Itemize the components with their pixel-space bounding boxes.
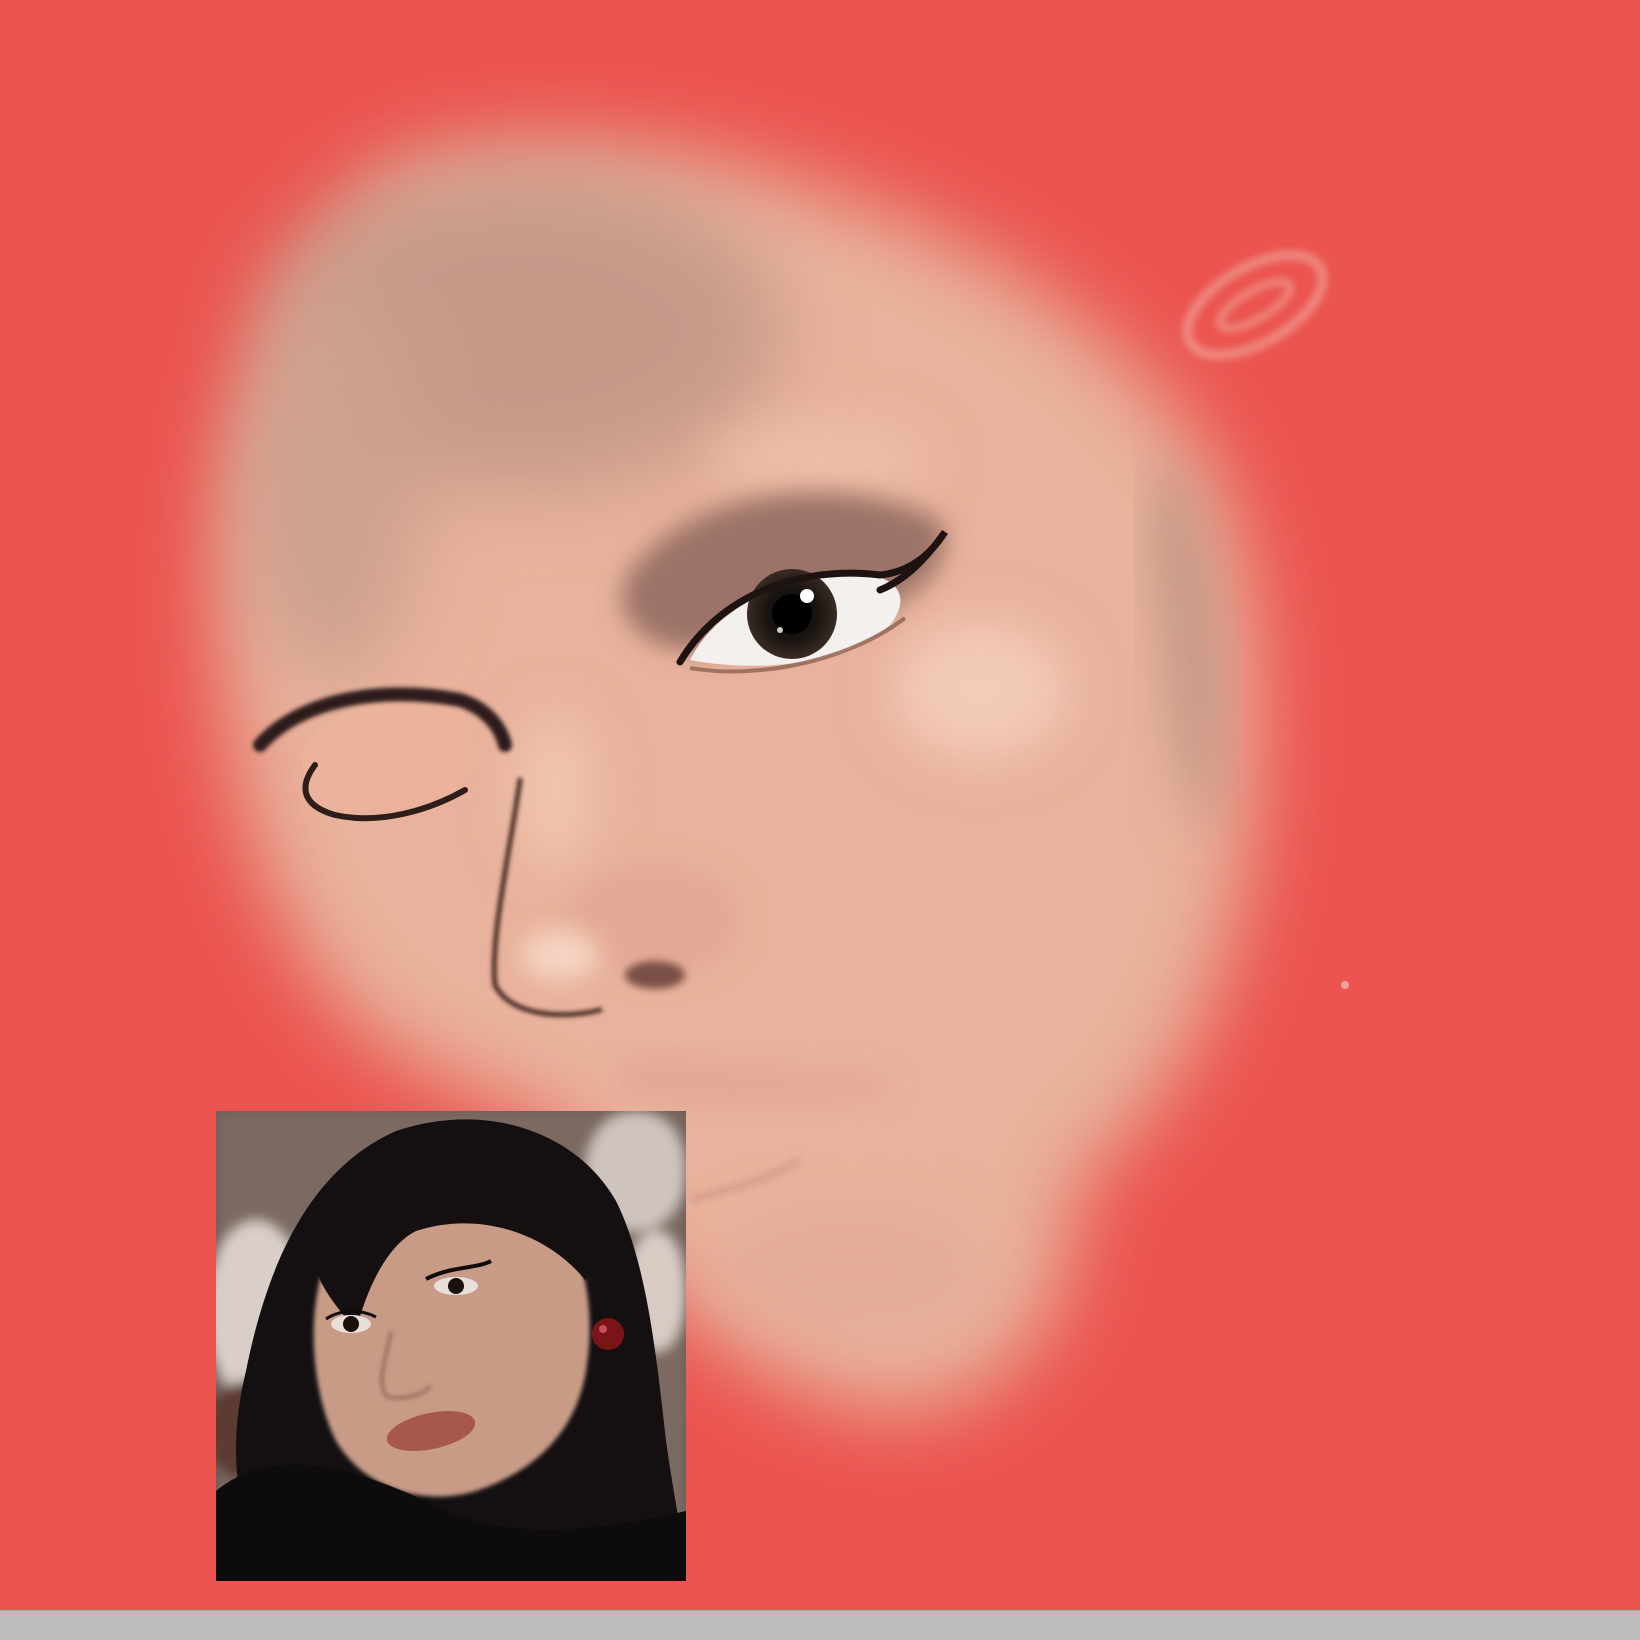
stray-dot (1341, 981, 1349, 989)
reference-photo-image (216, 1111, 686, 1581)
drawing-canvas[interactable] (0, 0, 1640, 1610)
photo-earring (592, 1318, 624, 1350)
reference-photo[interactable] (216, 1111, 686, 1581)
bottom-status-bar (0, 1610, 1640, 1640)
neck-shadow (710, 1200, 990, 1340)
